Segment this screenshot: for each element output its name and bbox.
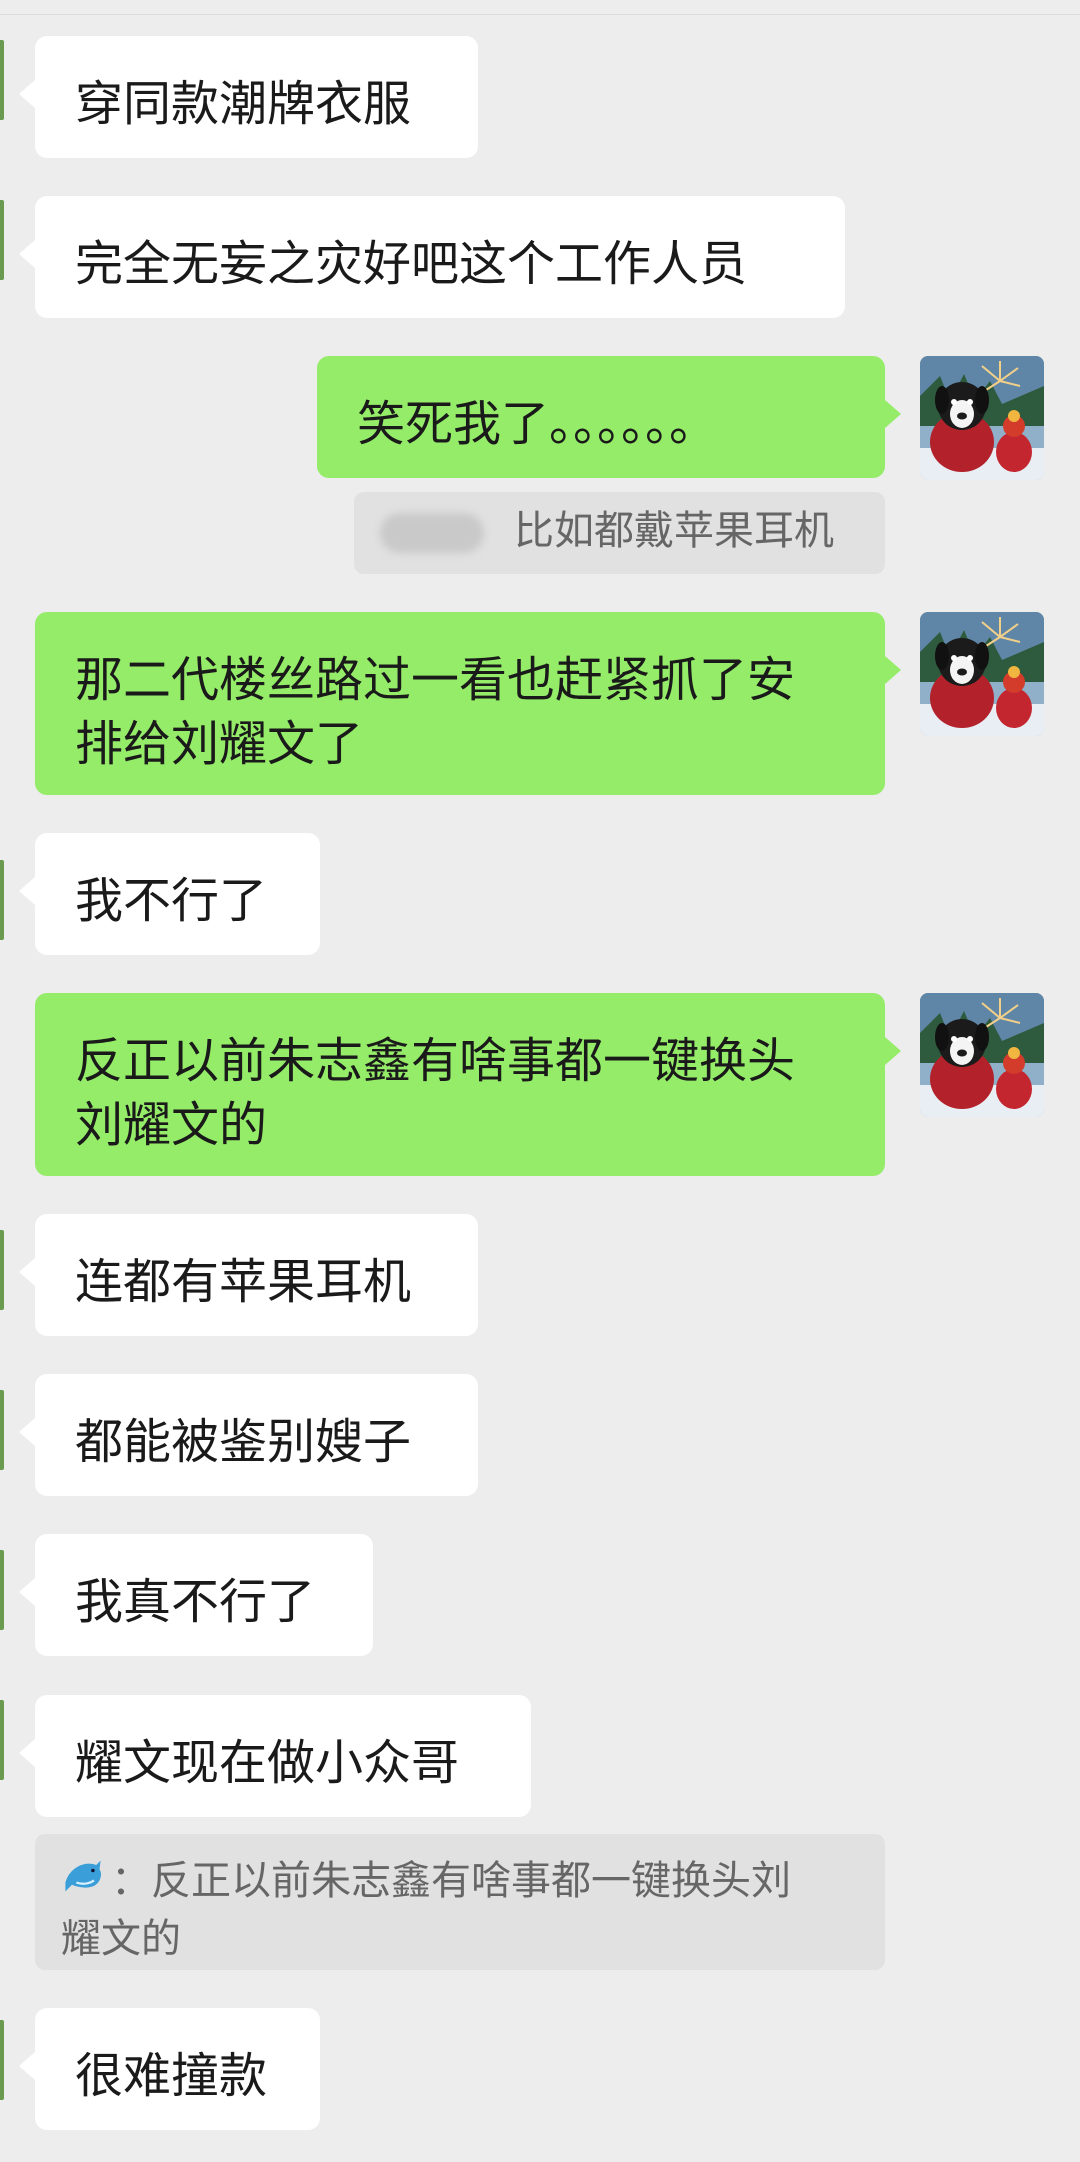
incoming-message[interactable]: 我真不行了 xyxy=(19,1534,373,1656)
quoted-message[interactable]: ：反正以前朱志鑫有啥事都一键换头刘 耀文的 xyxy=(35,1834,885,1970)
quote-text-line: ：反正以前朱志鑫有啥事都一键换头刘 xyxy=(61,1854,859,1912)
dog-avatar-icon[interactable] xyxy=(920,356,1044,480)
unread-indicator xyxy=(0,200,4,280)
message-text: 我不行了 xyxy=(75,873,268,929)
unread-indicator xyxy=(0,1700,4,1780)
message-text: 穿同款潮牌衣服 xyxy=(75,76,412,132)
unread-indicator xyxy=(0,1550,4,1630)
dog-avatar-icon[interactable] xyxy=(920,612,1044,736)
message-text: 连都有苹果耳机 xyxy=(75,1254,412,1310)
dolphin-icon xyxy=(61,1854,105,1912)
top-divider xyxy=(0,0,1080,15)
unread-indicator xyxy=(0,1230,4,1310)
incoming-message[interactable]: 耀文现在做小众哥 xyxy=(19,1695,531,1817)
quote-text: 比如都戴苹果耳机 xyxy=(514,508,834,554)
message-text: 完全无妄之灾好吧这个工作人员 xyxy=(75,236,748,292)
blurred-sender-name xyxy=(380,513,484,553)
message-text-line: 反正以前朱志鑫有啥事都一键换头 xyxy=(75,1033,796,1089)
unread-indicator xyxy=(0,2020,4,2100)
incoming-message[interactable]: 连都有苹果耳机 xyxy=(19,1214,478,1336)
outgoing-message[interactable]: 那二代楼丝路过一看也赶紧抓了安 排给刘耀文了 xyxy=(35,612,901,795)
incoming-message[interactable]: 穿同款潮牌衣服 xyxy=(19,36,478,158)
message-text: 耀文现在做小众哥 xyxy=(75,1735,460,1791)
unread-indicator xyxy=(0,860,4,940)
quote-text-line: 耀文的 xyxy=(61,1916,181,1962)
message-text: 笑死我了。。。。。。 xyxy=(357,396,718,452)
incoming-message[interactable]: 我不行了 xyxy=(19,833,320,955)
unread-indicator xyxy=(0,40,4,120)
quote-text: ：反正以前朱志鑫有啥事都一键换头刘 xyxy=(111,1858,791,1904)
incoming-message[interactable]: 都能被鉴别嫂子 xyxy=(19,1374,478,1496)
message-text: 我真不行了 xyxy=(75,1574,316,1630)
outgoing-message[interactable]: 反正以前朱志鑫有啥事都一键换头 刘耀文的 xyxy=(35,993,901,1176)
message-text: 都能被鉴别嫂子 xyxy=(75,1414,412,1470)
unread-indicator xyxy=(0,1390,4,1470)
dog-avatar-icon[interactable] xyxy=(920,993,1044,1117)
message-text-line: 排给刘耀文了 xyxy=(75,716,364,772)
outgoing-message[interactable]: 笑死我了。。。。。。 xyxy=(317,356,901,478)
message-text-line: 刘耀文的 xyxy=(75,1097,268,1153)
incoming-message[interactable]: 很难撞款 xyxy=(19,2008,320,2130)
message-text-line: 那二代楼丝路过一看也赶紧抓了安 xyxy=(75,652,796,708)
incoming-message[interactable]: 完全无妄之灾好吧这个工作人员 xyxy=(19,196,845,318)
quoted-message[interactable]: 比如都戴苹果耳机 xyxy=(354,492,885,574)
message-text: 很难撞款 xyxy=(75,2048,268,2104)
